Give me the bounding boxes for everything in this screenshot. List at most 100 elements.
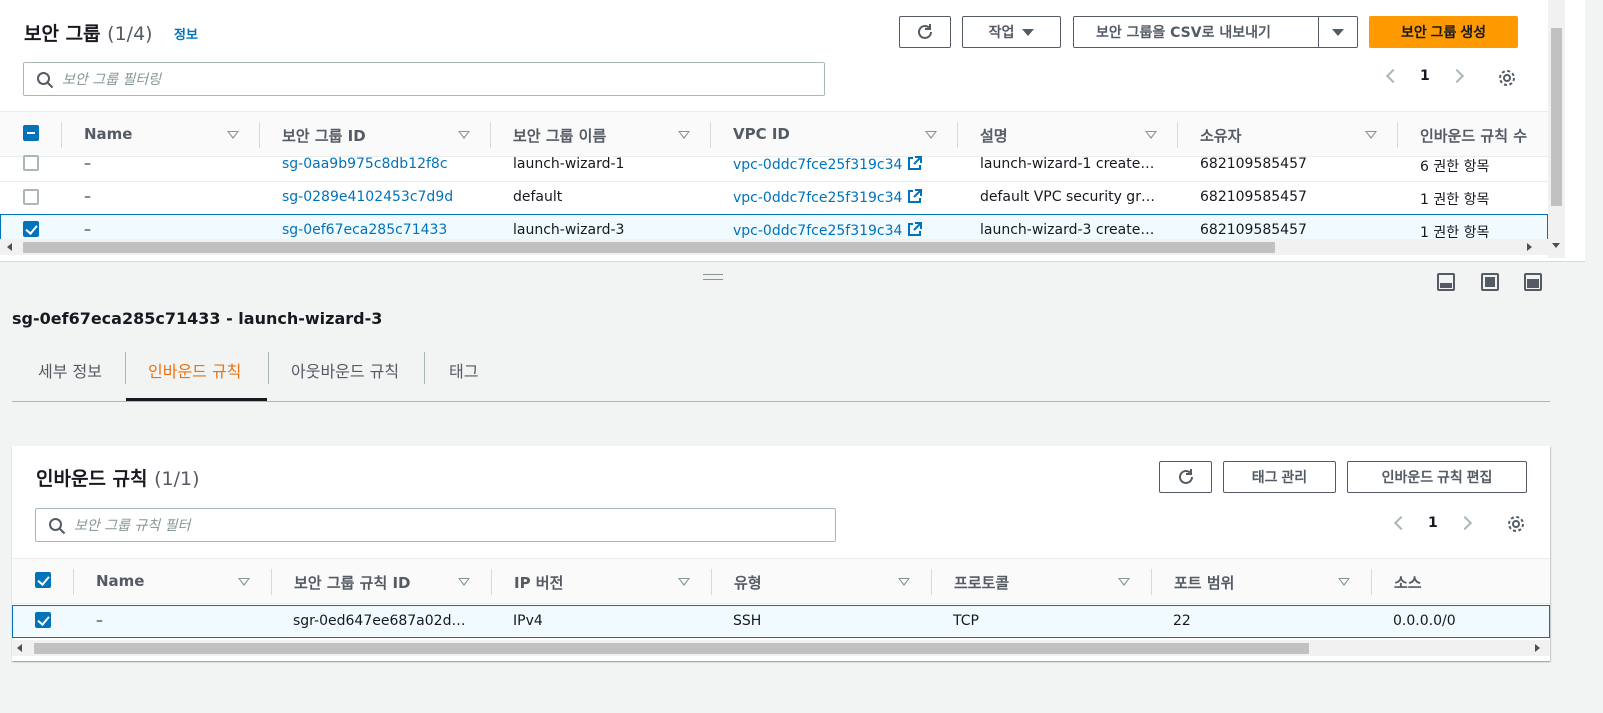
column-header-owner[interactable]: 소유자 [1200, 125, 1241, 146]
column-divider [259, 122, 260, 148]
row-checkbox[interactable] [23, 221, 39, 237]
gear-icon[interactable] [1506, 514, 1526, 534]
scrollbar-thumb[interactable] [23, 242, 1275, 253]
page-title: 보안 그룹 (1/4) [24, 19, 153, 46]
column-header-type[interactable]: 유형 [734, 572, 762, 593]
column-header-protocol[interactable]: 프로토콜 [954, 572, 1009, 593]
sort-icon[interactable] [925, 131, 937, 139]
actions-label: 작업 [988, 24, 1015, 40]
rule-filter-input[interactable]: 보안 그룹 규칙 필터 [35, 508, 836, 542]
select-all-checkbox[interactable] [23, 125, 39, 141]
selection-count: (1/4) [107, 23, 153, 45]
gear-icon[interactable] [1497, 68, 1517, 88]
refresh-button[interactable] [899, 16, 951, 48]
scrollbar-thumb[interactable] [1551, 28, 1562, 206]
column-divider [73, 569, 74, 595]
create-security-group-button[interactable]: 보안 그룹 생성 [1369, 16, 1518, 48]
column-header-group-name[interactable]: 보안 그룹 이름 [513, 125, 606, 146]
sort-icon[interactable] [898, 578, 910, 586]
vertical-scrollbar[interactable] [1548, 0, 1565, 258]
table-row[interactable]: – sg-0aa9b975c8db12f8c launch-wizard-1 v… [0, 149, 1548, 182]
split-panel-full-icon[interactable] [1524, 273, 1542, 291]
security-group-id-link[interactable]: sg-0289e4102453c7d9d [282, 189, 453, 205]
security-group-filter-input[interactable]: 보안 그룹 필터링 [23, 62, 825, 96]
column-divider [61, 122, 62, 148]
sort-icon[interactable] [1365, 131, 1377, 139]
cell-protocol: TCP [953, 613, 979, 629]
sort-icon[interactable] [1338, 578, 1350, 586]
security-group-id-link[interactable]: sg-0ef67eca285c71433 [282, 222, 447, 238]
export-csv-split-button: 보안 그룹을 CSV로 내보내기 [1073, 16, 1358, 48]
refresh-icon [1178, 469, 1193, 484]
sort-icon[interactable] [1145, 131, 1157, 139]
next-page-icon[interactable] [1449, 68, 1464, 84]
horizontal-scrollbar[interactable] [0, 239, 1548, 255]
split-panel-bottom-icon[interactable] [1437, 273, 1455, 291]
column-header-description[interactable]: 설명 [980, 125, 1008, 146]
vpc-id-link[interactable]: vpc-0ddc7fce25f319c34 [733, 156, 923, 173]
page-number[interactable]: 1 [1420, 68, 1430, 84]
manage-tags-button[interactable]: 태그 관리 [1223, 461, 1336, 493]
sort-icon[interactable] [227, 131, 239, 139]
tab-divider [125, 352, 126, 384]
scrollbar-thumb[interactable] [34, 643, 1309, 654]
cell-source: 0.0.0.0/0 [1393, 613, 1456, 629]
cell-group-name: launch-wizard-3 [513, 222, 625, 238]
info-link[interactable]: 정보 [174, 24, 198, 43]
select-all-checkbox[interactable] [35, 572, 51, 588]
row-checkbox[interactable] [35, 612, 51, 628]
column-divider [491, 569, 492, 595]
sort-icon[interactable] [458, 578, 470, 586]
vpc-id-link[interactable]: vpc-0ddc7fce25f319c34 [733, 189, 923, 206]
tab-inbound-rules[interactable]: 인바운드 규칙 [148, 358, 241, 382]
column-divider [1397, 122, 1398, 148]
inbound-rules-title: 인바운드 규칙 (1/1) [36, 464, 200, 491]
scroll-down-icon[interactable] [1552, 243, 1560, 248]
resize-handle[interactable] [703, 274, 723, 280]
column-header-inbound-rules[interactable]: 인바운드 규칙 수 [1420, 125, 1527, 146]
scroll-right-icon[interactable] [1535, 644, 1540, 652]
column-header-rule-id[interactable]: 보안 그룹 규칙 ID [294, 572, 411, 593]
cell-name: – [84, 156, 91, 172]
column-header-ip-version[interactable]: IP 버전 [514, 572, 563, 593]
vpc-id-text: vpc-0ddc7fce25f319c34 [733, 157, 903, 173]
split-panel-side-icon[interactable] [1481, 273, 1499, 291]
sort-icon[interactable] [678, 578, 690, 586]
cell-owner: 682109585457 [1200, 156, 1307, 172]
table-row[interactable]: – sg-0289e4102453c7d9d default vpc-0ddc7… [0, 182, 1548, 215]
row-checkbox[interactable] [23, 189, 39, 205]
table-row-selected[interactable]: – sgr-0ed647ee687a02d… IPv4 SSH TCP 22 0… [12, 605, 1550, 638]
tab-outbound-rules[interactable]: 아웃바운드 규칙 [291, 358, 399, 382]
sort-icon[interactable] [458, 131, 470, 139]
column-header-group-id[interactable]: 보안 그룹 ID [282, 125, 366, 146]
edit-inbound-rules-button[interactable]: 인바운드 규칙 편집 [1347, 461, 1527, 493]
tab-tags[interactable]: 태그 [449, 358, 478, 382]
column-header-source[interactable]: 소스 [1394, 572, 1422, 593]
actions-dropdown[interactable]: 작업 [962, 16, 1061, 48]
column-header-port-range[interactable]: 포트 범위 [1174, 572, 1234, 593]
external-link-icon [908, 189, 923, 203]
row-checkbox[interactable] [23, 155, 39, 171]
sort-icon[interactable] [1118, 578, 1130, 586]
sort-icon[interactable] [678, 131, 690, 139]
export-csv-button[interactable]: 보안 그룹을 CSV로 내보내기 [1096, 22, 1271, 42]
scroll-left-icon[interactable] [7, 243, 12, 251]
horizontal-scrollbar[interactable] [12, 640, 1550, 656]
security-groups-panel: 보안 그룹 (1/4) 정보 작업 보안 그룹을 CSV로 내보내기 보안 그룹… [0, 0, 1585, 262]
next-page-icon[interactable] [1457, 515, 1472, 531]
security-group-id-link[interactable]: sg-0aa9b975c8db12f8c [282, 156, 448, 172]
vpc-id-link[interactable]: vpc-0ddc7fce25f319c34 [733, 222, 923, 239]
previous-page-icon[interactable] [1393, 515, 1409, 531]
previous-page-icon[interactable] [1385, 68, 1401, 84]
refresh-button[interactable] [1159, 461, 1212, 493]
scroll-left-icon[interactable] [17, 644, 22, 652]
column-header-name[interactable]: Name [84, 125, 132, 143]
export-caret-down-icon[interactable] [1332, 29, 1344, 36]
column-divider [957, 122, 958, 148]
scroll-right-icon[interactable] [1527, 243, 1532, 251]
sort-icon[interactable] [238, 578, 250, 586]
page-number[interactable]: 1 [1428, 515, 1438, 531]
column-header-vpc-id[interactable]: VPC ID [733, 125, 790, 143]
column-header-name[interactable]: Name [96, 572, 144, 590]
tab-details[interactable]: 세부 정보 [38, 358, 102, 382]
